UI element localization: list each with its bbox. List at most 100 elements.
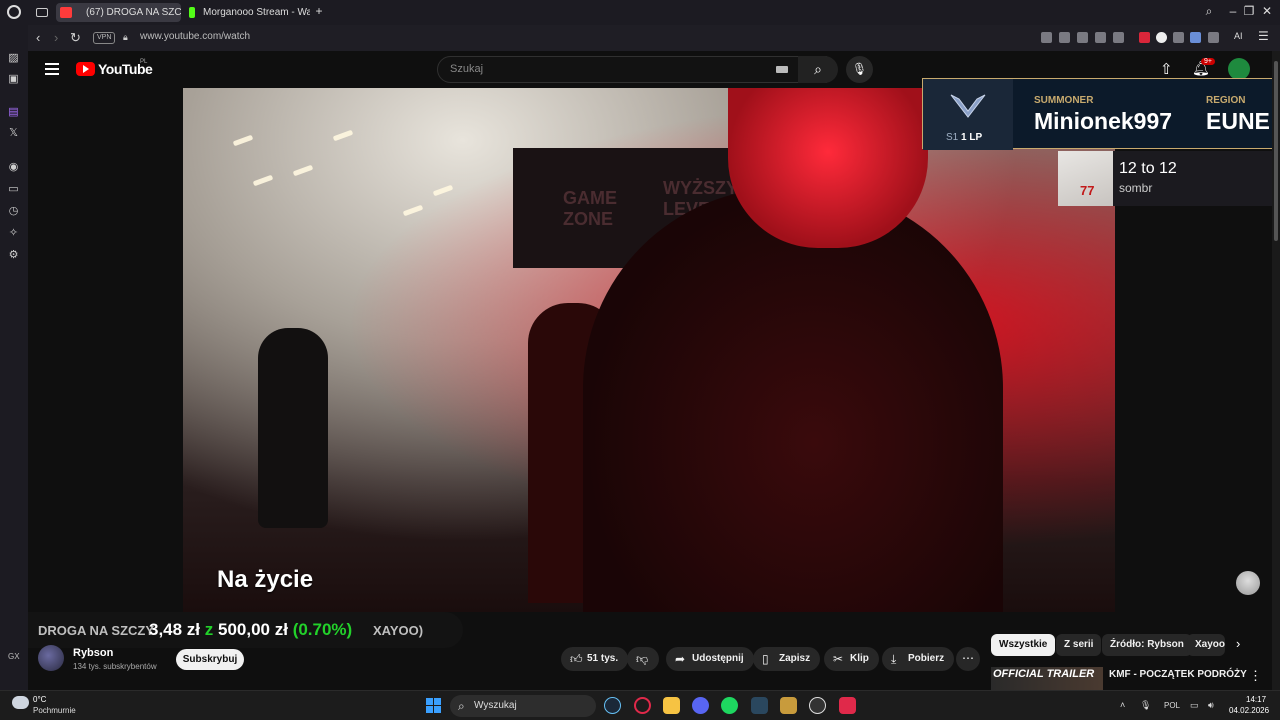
url-field[interactable]: www.youtube.com/watch [140, 31, 250, 42]
opera-gx-icon[interactable] [634, 697, 651, 714]
weather-desc[interactable]: Pochmurnie [33, 706, 76, 715]
scrollbar-thumb[interactable] [1274, 61, 1278, 241]
share-button[interactable]: ➦ Udostępnij [666, 647, 754, 671]
save-label: Zapisz [779, 653, 811, 664]
tray-chevron-icon[interactable]: ˄ [1120, 700, 1125, 710]
steam-icon[interactable] [604, 697, 621, 714]
scrollbar[interactable] [1272, 51, 1280, 690]
save-button[interactable]: ▯ Zapisz [753, 647, 821, 671]
browser-tab-bar: (67) DROGA NA SZCZY Morganooo Stream - W… [0, 0, 1280, 25]
donation-ticker: DROGA NA SZCZY 3,48 zł z 500,00 zł (0.70… [28, 612, 463, 648]
extension-icon[interactable] [1139, 32, 1150, 43]
chip-xayoo[interactable]: Xayoo [1187, 634, 1225, 656]
ticker-amount: 3,48 zł z 500,00 zł (0.70%) [149, 620, 352, 640]
maximize-button[interactable]: ❐ [1240, 4, 1258, 18]
tab-youtube[interactable]: (67) DROGA NA SZCZY [56, 3, 181, 22]
extension-icon[interactable] [1077, 32, 1088, 43]
dislike-button[interactable]: 👎︎ [627, 647, 659, 671]
donated-amount: 3,48 zł [149, 620, 201, 639]
extension-icon[interactable] [1041, 32, 1052, 43]
steam-icon[interactable] [751, 697, 768, 714]
extensions-icon[interactable]: ✧ [7, 227, 20, 240]
keyboard-icon[interactable] [776, 66, 788, 73]
extension-icon[interactable] [1190, 32, 1201, 43]
like-count: 51 tys. [587, 653, 619, 664]
league-icon[interactable] [780, 697, 797, 714]
taskbar-search[interactable]: Wyszukaj [450, 695, 596, 717]
messenger-icon[interactable]: ▣ [7, 73, 20, 86]
chip-source[interactable]: Źródło: Rybson [1102, 634, 1192, 656]
file-explorer-icon[interactable] [663, 697, 680, 714]
more-actions-button[interactable]: ⋯ [956, 647, 980, 671]
clock-date[interactable]: 04.02.2026 [1229, 706, 1269, 715]
ai-button[interactable]: AI [1234, 31, 1243, 41]
back-icon[interactable]: ‹ [36, 30, 40, 45]
summoner-name: Minionek997 [1034, 108, 1173, 134]
extension-icon[interactable] [1173, 32, 1184, 43]
like-button[interactable]: 👍︎ 51 tys. [561, 647, 629, 671]
start-button[interactable] [426, 698, 441, 713]
network-icon[interactable]: ▭ [1190, 700, 1199, 711]
extension-icon[interactable] [1059, 32, 1070, 43]
obs-icon[interactable] [809, 697, 826, 714]
cloud-icon[interactable] [12, 696, 29, 709]
chip-series[interactable]: Z serii [1056, 634, 1102, 656]
channel-avatar[interactable] [38, 645, 64, 671]
search-input[interactable]: Szukaj [437, 56, 827, 83]
chevron-right-icon[interactable]: › [1236, 636, 1240, 651]
discord-icon[interactable] [692, 697, 709, 714]
menu-icon[interactable]: ☰ [1258, 29, 1269, 43]
extension-icon[interactable] [1095, 32, 1106, 43]
subscriber-count: 134 tys. subskrybentów [73, 662, 157, 671]
app-icon[interactable] [839, 697, 856, 714]
weather-temp[interactable]: 0°C [33, 695, 46, 704]
chip-all[interactable]: Wszystkie [991, 634, 1056, 656]
extension-icon[interactable] [1156, 32, 1167, 43]
channel-name[interactable]: Rybson [73, 647, 113, 659]
x-icon[interactable]: 𝕏 [7, 127, 20, 140]
video-caption: Na życie [217, 566, 314, 593]
search-tabs-icon[interactable]: ⌕ [1200, 4, 1218, 19]
spotify-icon[interactable] [721, 697, 738, 714]
download-button[interactable]: ⤓ Pobierz [882, 647, 955, 671]
recommendation-thumbnail[interactable]: OFFICIAL TRAILER [991, 667, 1103, 690]
vpn-badge[interactable]: VPN [93, 32, 116, 44]
more-vertical-icon[interactable]: ⋮ [1249, 668, 1262, 684]
download-icon[interactable] [1208, 32, 1219, 43]
player-icon[interactable]: ◉ [7, 161, 20, 174]
thumbs-down-icon: 👎︎ [636, 652, 649, 666]
settings-icon[interactable]: ⚙ [7, 249, 20, 262]
forward-icon[interactable]: › [54, 30, 58, 45]
opera-logo-icon[interactable] [7, 5, 21, 19]
close-button[interactable]: ✕ [1258, 4, 1276, 18]
gx-label[interactable]: GX [8, 652, 20, 661]
menu-icon[interactable] [45, 63, 59, 75]
twitch-icon[interactable]: ▤ [7, 106, 20, 119]
mic-icon[interactable]: 🎙︎ [846, 56, 873, 83]
chatgpt-icon[interactable]: ▨ [7, 52, 20, 65]
avatar[interactable] [1228, 58, 1250, 80]
search-button[interactable]: ⌕ [798, 56, 838, 83]
clip-button[interactable]: ✂ Klip [824, 647, 879, 671]
clock-time[interactable]: 14:17 [1246, 695, 1266, 704]
video-player[interactable]: GAME ZONE WYŻSZY LEVEL Na życie [183, 88, 1115, 612]
ceiling-light [292, 164, 314, 177]
youtube-logo-icon[interactable] [76, 62, 95, 76]
album-art [1058, 151, 1113, 206]
wallet-icon[interactable]: ▭ [7, 183, 20, 196]
ceiling-light [402, 204, 424, 217]
tab-kick[interactable]: Morganooo Stream - Watc [185, 3, 310, 22]
extension-icon[interactable] [1113, 32, 1124, 43]
subscribe-button[interactable]: Subskrybuj [176, 649, 244, 670]
recommendation-title[interactable]: KMF - POCZĄTEK PODRÓŻY [1109, 669, 1247, 680]
ceiling-light [252, 174, 274, 187]
mic-tray-icon[interactable]: 🎙︎ [1140, 700, 1151, 711]
ticker-suffix: XAYOO) [373, 623, 424, 638]
tab-overview-icon[interactable] [36, 8, 48, 17]
reload-icon[interactable]: ↻ [70, 30, 81, 46]
upload-icon[interactable]: ⇧ [1160, 60, 1173, 78]
history-icon[interactable]: ◷ [7, 205, 20, 218]
new-tab-button[interactable]: + [310, 4, 328, 18]
volume-icon[interactable]: 🔊︎ [1208, 700, 1214, 711]
language-indicator[interactable]: POL [1164, 701, 1180, 710]
